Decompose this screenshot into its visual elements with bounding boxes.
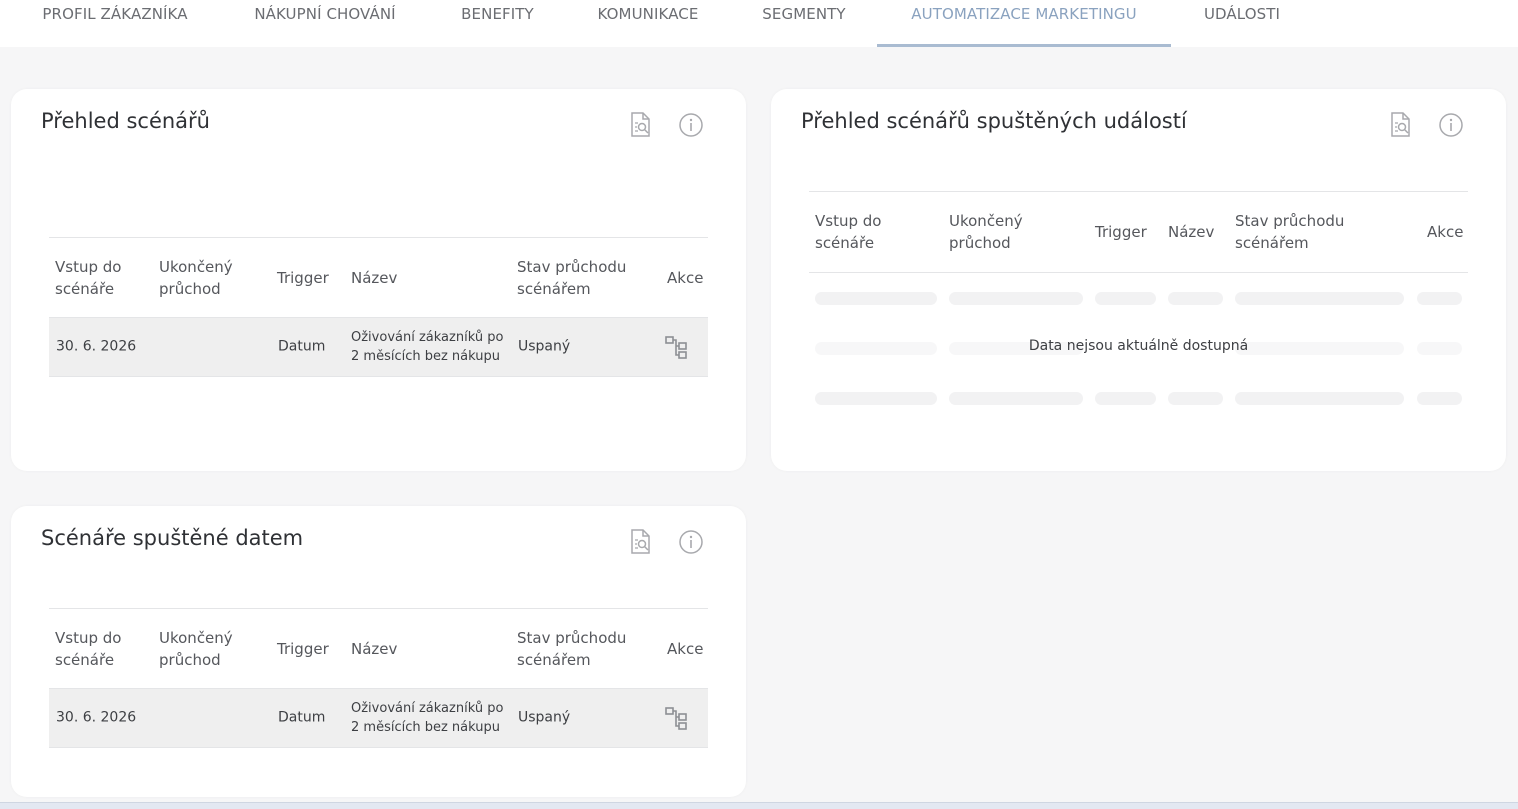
tab-profil-zakaznika[interactable]: PROFIL ZÁKAZNÍKA bbox=[30, 0, 200, 47]
flow-diagram-icon[interactable] bbox=[664, 334, 690, 360]
scenario-overview-card: Přehled scénářů Vstup do scénáře Ukončen… bbox=[11, 89, 746, 471]
column-header[interactable]: Stav průchodu scénářem bbox=[517, 256, 647, 300]
scenario-name: Oživování zákazníků po 2 měsících bez ná… bbox=[351, 701, 504, 735]
tab-bar: PROFIL ZÁKAZNÍKA NÁKUPNÍ CHOVÁNÍ BENEFIT… bbox=[0, 0, 1518, 47]
column-header[interactable]: Název bbox=[351, 267, 421, 289]
tab-nakupni-chovani[interactable]: NÁKUPNÍ CHOVÁNÍ bbox=[240, 0, 410, 47]
tab-komunikace[interactable]: KOMUNIKACE bbox=[585, 0, 711, 47]
date-scenarios-card: Scénáře spuštěné datem Vstup do scénáře … bbox=[11, 506, 746, 797]
document-search-icon[interactable] bbox=[628, 112, 654, 138]
column-header[interactable]: Trigger bbox=[277, 267, 347, 289]
scenario-name: Oživování zákazníků po 2 měsících bez ná… bbox=[351, 330, 504, 364]
info-icon[interactable] bbox=[678, 529, 704, 555]
state: Uspaný bbox=[518, 709, 571, 726]
document-search-icon[interactable] bbox=[1388, 112, 1414, 138]
document-search-icon[interactable] bbox=[628, 529, 654, 555]
column-header[interactable]: Vstup do scénáře bbox=[55, 627, 145, 671]
trigger: Datum bbox=[278, 709, 326, 726]
table-header: Vstup do scénáře Ukončený průchod Trigge… bbox=[49, 237, 708, 318]
window-bottom-edge bbox=[0, 802, 1518, 809]
column-header[interactable]: Akce bbox=[667, 267, 712, 289]
tab-benefity[interactable]: BENEFITY bbox=[450, 0, 545, 47]
column-header[interactable]: Akce bbox=[667, 638, 712, 660]
column-header[interactable]: Trigger bbox=[1095, 221, 1165, 243]
tab-udalosti[interactable]: UDÁLOSTI bbox=[1191, 0, 1293, 47]
info-icon[interactable] bbox=[1438, 112, 1464, 138]
column-header[interactable]: Stav průchodu scénářem bbox=[1235, 210, 1365, 254]
entry-date: 30. 6. 2026 bbox=[56, 709, 137, 726]
tab-automatizace-marketingu[interactable]: AUTOMATIZACE MARKETINGU bbox=[877, 0, 1171, 47]
column-header[interactable]: Akce bbox=[1427, 221, 1472, 243]
column-header[interactable]: Stav průchodu scénářem bbox=[517, 627, 647, 671]
column-header[interactable]: Vstup do scénáře bbox=[55, 256, 145, 300]
column-header[interactable]: Název bbox=[351, 638, 421, 660]
trigger: Datum bbox=[278, 338, 326, 355]
info-icon[interactable] bbox=[678, 112, 704, 138]
column-header[interactable]: Ukončený průchod bbox=[949, 210, 1039, 254]
column-header[interactable]: Název bbox=[1168, 221, 1238, 243]
table-header: Vstup do scénáře Ukončený průchod Trigge… bbox=[809, 191, 1468, 273]
state: Uspaný bbox=[518, 338, 571, 355]
column-header[interactable]: Vstup do scénáře bbox=[815, 210, 905, 254]
table-row: 30. 6. 2026 Datum Oživování zákazníků po… bbox=[49, 689, 708, 748]
card-title: Přehled scénářů spuštěných událostí bbox=[801, 109, 1187, 133]
event-scenarios-card: Přehled scénářů spuštěných událostí Vstu… bbox=[771, 89, 1506, 471]
no-data-message: Data nejsou aktuálně dostupná bbox=[1028, 338, 1249, 354]
entry-date: 30. 6. 2026 bbox=[56, 338, 137, 355]
tab-segmenty[interactable]: SEGMENTY bbox=[751, 0, 857, 47]
column-header[interactable]: Trigger bbox=[277, 638, 347, 660]
card-title: Přehled scénářů bbox=[41, 109, 210, 133]
card-title: Scénáře spuštěné datem bbox=[41, 526, 304, 550]
flow-diagram-icon[interactable] bbox=[664, 705, 690, 731]
column-header[interactable]: Ukončený průchod bbox=[159, 256, 249, 300]
table-row: 30. 6. 2026 Datum Oživování zákazníků po… bbox=[49, 318, 708, 377]
column-header[interactable]: Ukončený průchod bbox=[159, 627, 249, 671]
table-header: Vstup do scénáře Ukončený průchod Trigge… bbox=[49, 608, 708, 689]
